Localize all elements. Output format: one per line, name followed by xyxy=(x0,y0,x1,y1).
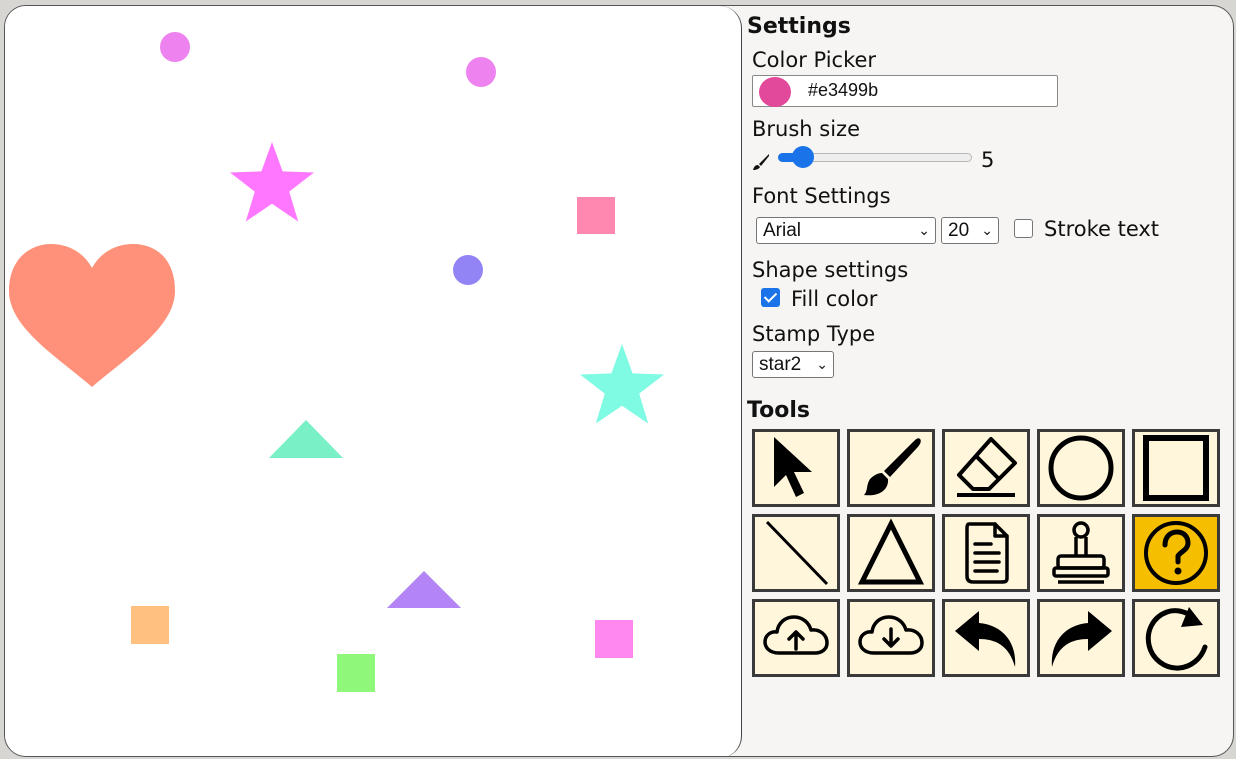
font-size-select[interactable]: 20 ⌄ xyxy=(941,217,999,244)
font-family-select[interactable]: Arial ⌄ xyxy=(756,217,936,244)
rectangle-tool-button[interactable] xyxy=(1132,429,1220,507)
circle-shape xyxy=(466,57,496,87)
line-tool-button[interactable] xyxy=(752,514,840,592)
brush-size-row: 5 xyxy=(752,146,1012,176)
circle-shape xyxy=(453,255,483,285)
redo-tool-button[interactable] xyxy=(1037,599,1125,677)
line-icon xyxy=(765,520,829,586)
fill-color-checkbox[interactable] xyxy=(761,288,780,307)
square-shape xyxy=(131,606,169,644)
help-tool-button[interactable] xyxy=(1132,514,1220,592)
shape-settings-label: Shape settings xyxy=(752,258,909,282)
font-size-value: 20 xyxy=(948,220,970,241)
brush-icon xyxy=(753,154,769,170)
eraser-icon xyxy=(957,437,1017,497)
eraser-tool-button[interactable] xyxy=(942,429,1030,507)
triangle-shape xyxy=(387,571,461,608)
select-tool-button[interactable] xyxy=(752,429,840,507)
reset-tool-button[interactable] xyxy=(1132,599,1220,677)
drawing-canvas[interactable] xyxy=(5,6,742,757)
font-settings-label: Font Settings xyxy=(752,184,891,208)
question-icon xyxy=(1144,521,1208,585)
cloud-upload-icon xyxy=(763,615,829,655)
upload-tool-button[interactable] xyxy=(752,599,840,677)
square-shape xyxy=(337,654,375,692)
paint-app: Settings Color Picker #e3499b Brush size… xyxy=(4,5,1234,757)
circle-tool-button[interactable] xyxy=(1037,429,1125,507)
redo-arrow-icon xyxy=(1051,611,1112,667)
stroke-text-checkbox[interactable] xyxy=(1014,219,1033,238)
star-shape xyxy=(230,142,314,222)
star-shape xyxy=(580,344,664,424)
stamp-type-label: Stamp Type xyxy=(752,322,876,346)
undo-arrow-icon xyxy=(955,611,1016,667)
square-shape xyxy=(595,620,633,658)
font-family-value: Arial xyxy=(763,220,802,241)
canvas-drawing[interactable] xyxy=(5,6,742,757)
triangle-tool-button[interactable] xyxy=(847,514,935,592)
stroke-text-label: Stroke text xyxy=(1044,217,1160,241)
stamp-type-select[interactable]: star2 ⌄ xyxy=(752,351,834,378)
undo-tool-button[interactable] xyxy=(942,599,1030,677)
triangle-icon xyxy=(857,518,925,585)
color-picker-input[interactable]: #e3499b xyxy=(752,75,1058,107)
heart-shape xyxy=(9,244,175,387)
stamp-icon xyxy=(1052,521,1110,584)
document-icon xyxy=(965,522,1009,584)
tools-grid xyxy=(752,429,1220,677)
brush-size-slider-thumb[interactable] xyxy=(792,146,815,168)
square-icon xyxy=(1143,435,1209,501)
color-picker-label: Color Picker xyxy=(752,48,877,72)
fill-color-label: Fill color xyxy=(791,287,878,311)
cursor-arrow-icon xyxy=(774,437,812,497)
tools-heading: Tools xyxy=(747,398,810,423)
refresh-icon xyxy=(1145,607,1208,671)
brush-tool-button[interactable] xyxy=(847,429,935,507)
stamp-type-value: star2 xyxy=(759,354,802,375)
circle-shape xyxy=(160,32,190,62)
color-hex-value: #e3499b xyxy=(808,80,879,100)
triangle-shape xyxy=(269,420,343,458)
stamp-tool-button[interactable] xyxy=(1037,514,1125,592)
circle-icon xyxy=(1048,435,1114,501)
chevron-down-icon: ⌄ xyxy=(918,222,930,238)
paintbrush-icon xyxy=(864,438,921,496)
square-shape xyxy=(577,197,615,234)
brush-size-label: Brush size xyxy=(752,117,860,141)
settings-heading: Settings xyxy=(747,14,851,39)
download-tool-button[interactable] xyxy=(847,599,935,677)
chevron-down-icon: ⌄ xyxy=(816,356,828,372)
color-swatch[interactable] xyxy=(759,77,791,107)
chevron-down-icon: ⌄ xyxy=(981,222,993,238)
settings-panel: Settings Color Picker #e3499b Brush size… xyxy=(747,6,1233,756)
brush-size-value: 5 xyxy=(981,148,995,172)
cloud-download-icon xyxy=(858,615,924,655)
text-tool-button[interactable] xyxy=(942,514,1030,592)
